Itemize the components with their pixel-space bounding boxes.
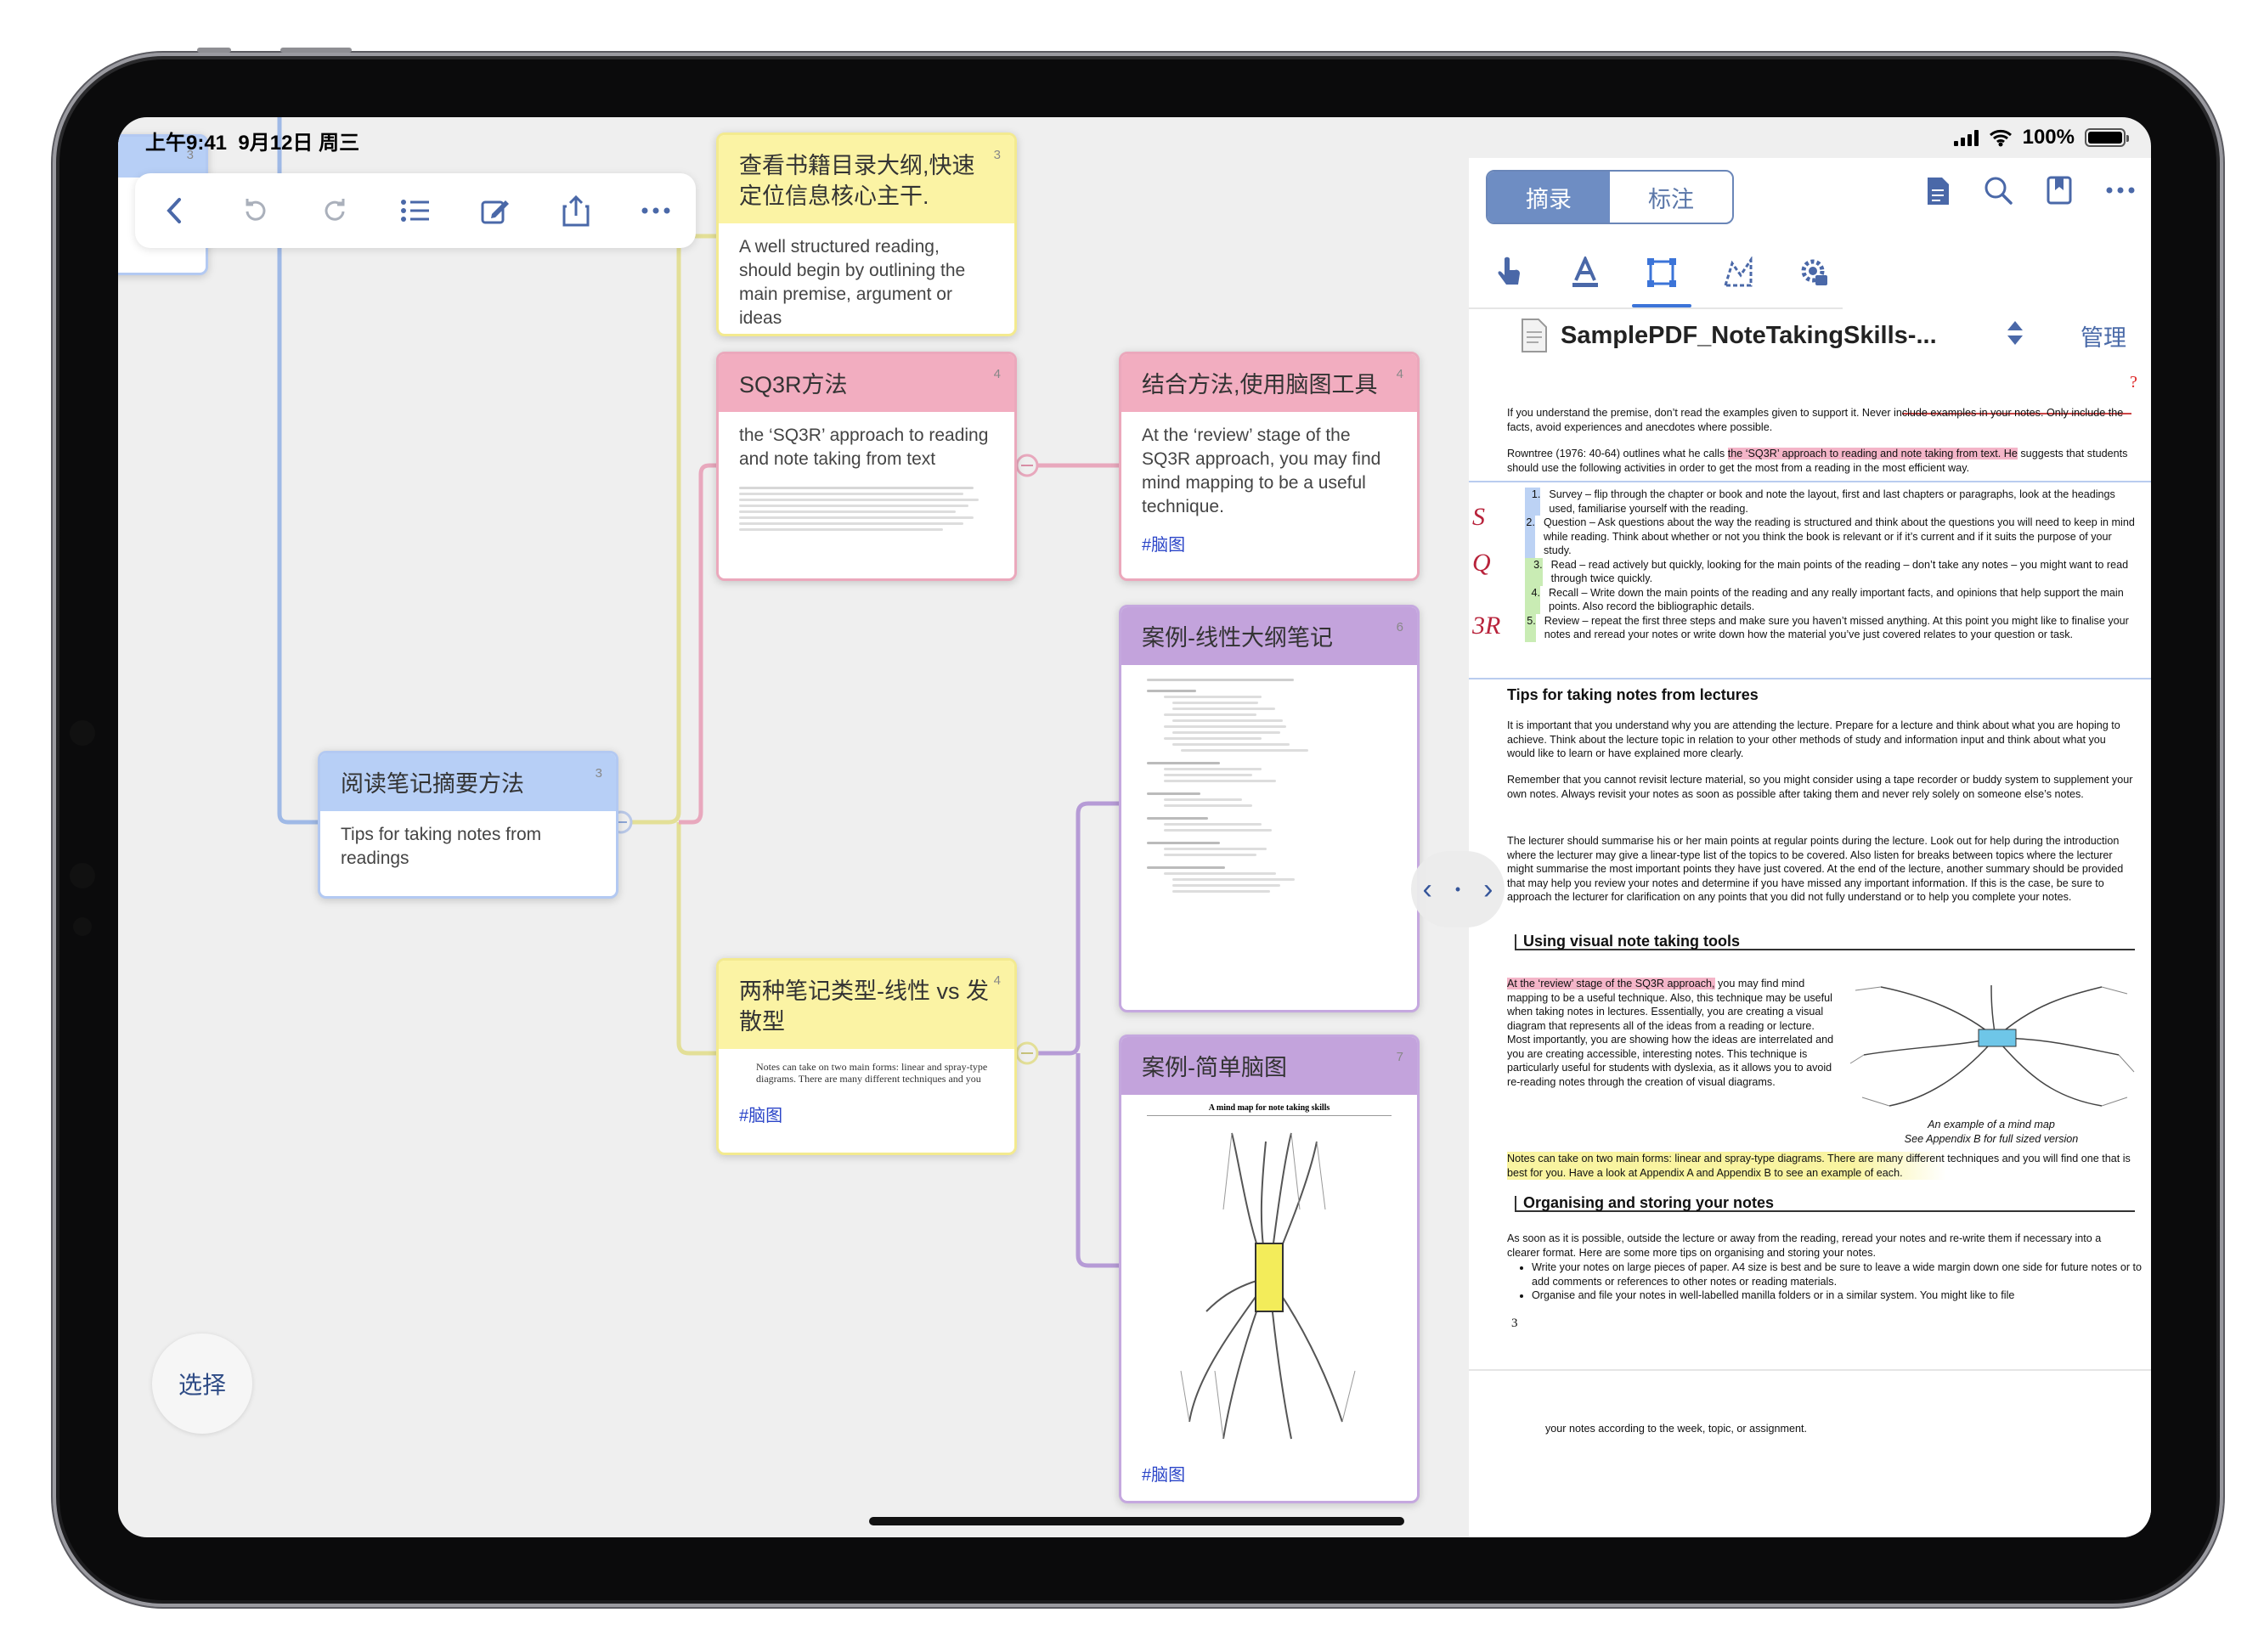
- combine-card[interactable]: 结合方法,使用脑图工具 4 At the ‘review’ stage of th…: [1119, 352, 1420, 581]
- dot-icon: •: [1454, 880, 1461, 898]
- card-tag[interactable]: #脑图: [719, 1102, 1014, 1136]
- tab-annotate[interactable]: 标注: [1610, 172, 1732, 223]
- card-number: 3: [595, 766, 602, 781]
- pdf-paragraph: Rowntree (1976: 40-64) outlines what he …: [1507, 448, 2128, 474]
- card-body: Tips for taking notes from readings: [341, 825, 542, 868]
- settings-icon[interactable]: [1792, 250, 1838, 296]
- pdf-paragraph: If you understand the premise, don’t rea…: [1507, 407, 2124, 433]
- question-mark-annotation: ?: [2130, 373, 2137, 392]
- status-time: 上午9:41 9月12日 周三: [145, 132, 360, 155]
- card-title: 案例-简单脑图 7: [1121, 1037, 1417, 1095]
- top-button-2: [280, 48, 352, 53]
- image-caption: An example of a mind map See Appendix B f…: [1904, 1119, 2079, 1145]
- heading-lectures: Tips for taking notes from lectures: [1507, 686, 1759, 703]
- pdf-page[interactable]: ? If you understand the premise, don’t r…: [1469, 370, 2151, 1537]
- card-title: 结合方法,使用脑图工具 4: [1121, 354, 1417, 412]
- camera-dot: [73, 917, 92, 936]
- sq3r-card[interactable]: SQ3R方法 4 the ‘SQ3R’ approach to reading a…: [716, 352, 1017, 581]
- document-title: SamplePDF_NoteTakingSkills-...: [1561, 321, 1937, 349]
- more-icon[interactable]: [2105, 175, 2136, 211]
- preview-title: A mind map for note taking skills: [1147, 1103, 1392, 1116]
- screen: 3 上午9:41 9月12日 周三 阅读笔记摘要方法 3 Tips for tak…: [118, 117, 2151, 1537]
- pdf-paragraph: It is important that you understand why …: [1507, 719, 2120, 759]
- note-types-card[interactable]: 两种笔记类型-线性 vs 发散型 4 Notes can take on two …: [716, 958, 1017, 1155]
- chevron-right-icon[interactable]: ›: [1483, 873, 1493, 906]
- card-body: A well structured reading, should begin …: [739, 237, 966, 328]
- pdf-paragraph: Notes can take on two main forms: linear…: [1507, 1152, 2134, 1180]
- share-icon[interactable]: [556, 190, 596, 231]
- camera-dot: [70, 863, 95, 888]
- more-icon[interactable]: [635, 190, 676, 231]
- back-icon[interactable]: [155, 190, 195, 231]
- page-number: 3: [1511, 1317, 1518, 1330]
- card-title: 阅读笔记摘要方法 3: [320, 753, 616, 811]
- card-number: 3: [993, 148, 1001, 162]
- card-tag[interactable]: #脑图: [1121, 1461, 1205, 1496]
- heading-visual: Using visual note taking tools: [1515, 933, 2135, 950]
- card-body: Notes can take on two main forms: linear…: [756, 1061, 988, 1085]
- chevron-left-icon[interactable]: ‹: [1423, 873, 1432, 906]
- linear-outline-card[interactable]: 案例-线性大纲笔记 6: [1119, 605, 1420, 1012]
- pdf-paragraph: Remember that you cannot revisit lecture…: [1507, 774, 2133, 800]
- outline-list-icon[interactable]: [395, 190, 436, 231]
- card-body: At the ‘review’ stage of the SQ3R approa…: [1142, 426, 1381, 516]
- select-button[interactable]: 选择: [152, 1333, 252, 1434]
- hand-pointer-icon[interactable]: [1486, 250, 1532, 296]
- pdf-paragraph: At the ‘review’ stage of the SQ3R approa…: [1507, 978, 1834, 1088]
- panel-nav-pill: ‹ • ›: [1411, 851, 1505, 927]
- redo-icon[interactable]: [315, 190, 356, 231]
- card-body: the ‘SQ3R’ approach to reading and note …: [739, 426, 989, 469]
- tab-excerpt[interactable]: 摘录: [1488, 172, 1610, 223]
- card-title: 查看书籍目录大纲,快速定位信息核心主干. 3: [719, 135, 1014, 223]
- mindmap-preview: A mind map for note taking skills: [1121, 1095, 1417, 1469]
- pdf-paragraph: The lecturer should summarise his or her…: [1507, 835, 2124, 903]
- annotation-tools: [1486, 250, 1838, 307]
- pdf-file-icon: [1522, 319, 1547, 352]
- simple-mindmap-card[interactable]: 案例-简单脑图 7 A mind map for note taking skil…: [1119, 1035, 1420, 1503]
- bookmark-icon[interactable]: [2046, 175, 2073, 211]
- pdf-panel: 摘录 标注 SamplePDF_NoteTakingSkills-... 管理 …: [1469, 158, 2151, 1537]
- mindmap-example-image: [1849, 984, 2135, 1107]
- next-page-text: your notes according to the week, topic,…: [1545, 1423, 1808, 1435]
- rectangle-select-icon[interactable]: [1632, 250, 1691, 307]
- sort-arrows-icon[interactable]: [2006, 319, 2024, 351]
- card-number: 4: [993, 367, 1001, 381]
- card-title: 两种笔记类型-线性 vs 发散型 4: [719, 961, 1014, 1049]
- sq3r-list: 1. Survey – flip through the chapter or b…: [1525, 488, 2135, 642]
- heading-storing: Organising and storing your notes: [1515, 1195, 2135, 1212]
- panel-icons: [1925, 175, 2136, 211]
- edit-icon[interactable]: [475, 190, 516, 231]
- card-number: 4: [1396, 367, 1403, 381]
- manage-button[interactable]: 管理: [2081, 319, 2126, 352]
- top-button: [197, 48, 231, 53]
- card-title: 案例-线性大纲笔记 6: [1121, 607, 1417, 665]
- card-number: 7: [1396, 1050, 1403, 1064]
- home-indicator: [869, 1517, 1404, 1525]
- undo-icon[interactable]: [234, 190, 275, 231]
- pdf-paragraph: As soon as it is possible, outside the l…: [1507, 1232, 2102, 1259]
- search-icon[interactable]: [1983, 175, 2013, 211]
- page-divider: [1469, 1369, 2151, 1371]
- card-title: SQ3R方法 4: [719, 354, 1014, 412]
- card-number: 6: [1396, 620, 1403, 634]
- pdf-bullets: Write your notes on large pieces of pape…: [1511, 1260, 2151, 1303]
- camera-dot: [70, 720, 95, 746]
- margin-marks: S Q 3R: [1472, 503, 1501, 640]
- document-tab[interactable]: SamplePDF_NoteTakingSkills-...: [1479, 307, 1938, 364]
- status-bar: 上午9:41 9月12日 周三: [118, 117, 2151, 161]
- text-highlight-icon[interactable]: [1562, 250, 1608, 296]
- outline-preview: [1121, 665, 1417, 906]
- lasso-icon[interactable]: [1715, 250, 1761, 296]
- card-number: 4: [993, 973, 1001, 988]
- main-toolbar: [135, 173, 696, 248]
- card-tag[interactable]: #脑图: [1121, 531, 1417, 566]
- document-icon[interactable]: [1925, 175, 1951, 211]
- outline-card[interactable]: 查看书籍目录大纲,快速定位信息核心主干. 3 A well structured …: [716, 132, 1017, 336]
- root-card[interactable]: 阅读笔记摘要方法 3 Tips for taking notes from rea…: [318, 751, 618, 899]
- mindmap-sketch: [1180, 1132, 1356, 1440]
- pdf-snippet-preview: [739, 487, 994, 553]
- segment-control: 摘录 标注: [1486, 170, 1734, 224]
